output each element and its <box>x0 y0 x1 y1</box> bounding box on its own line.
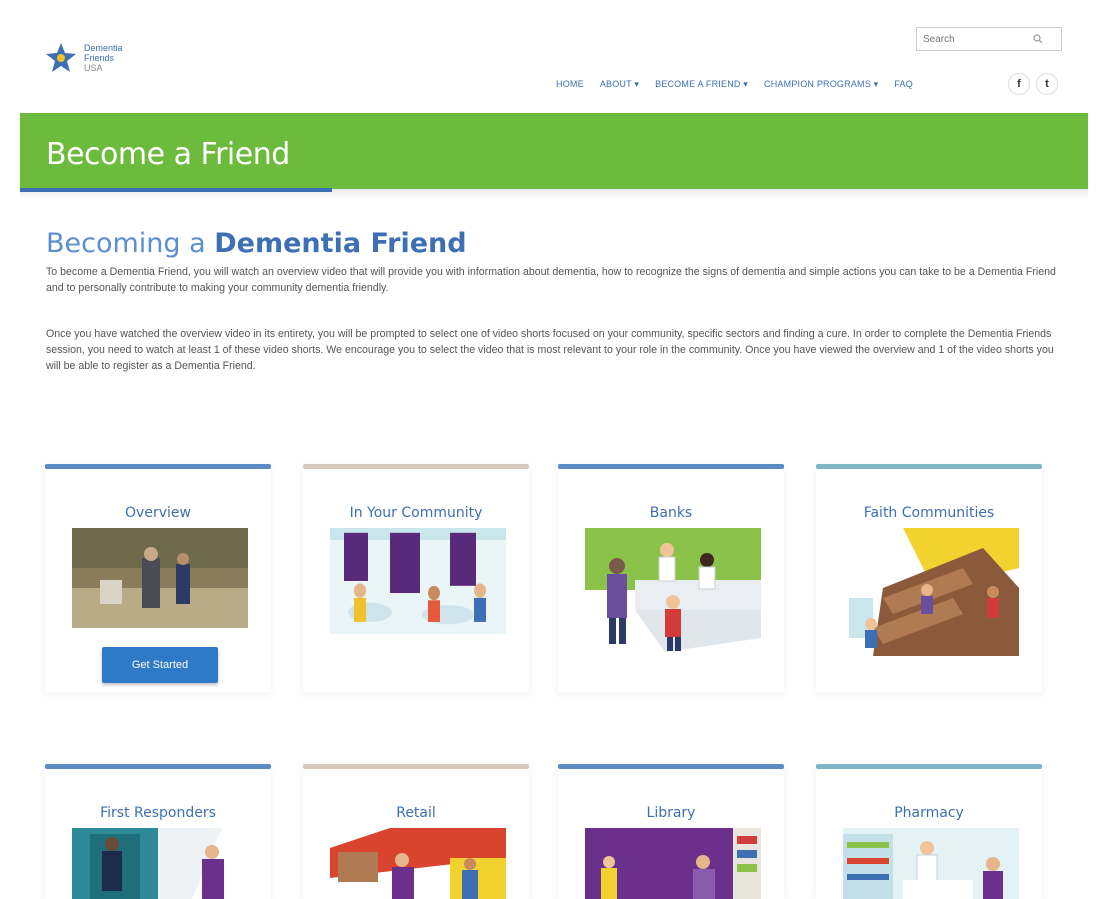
card-title: Retail <box>396 805 436 821</box>
card-title: In Your Community <box>349 505 483 521</box>
banks-illustration[interactable] <box>585 528 761 652</box>
card-banks[interactable]: Banks <box>558 464 784 692</box>
site-header: Dementia Friends USA HOME ABOUT ▾ BECOME… <box>0 0 1096 112</box>
site-logo[interactable]: Dementia Friends USA <box>44 36 154 80</box>
first-responders-illustration[interactable] <box>72 828 248 899</box>
card-bar <box>558 464 784 469</box>
search-icon[interactable] <box>1027 28 1049 50</box>
card-title: Banks <box>649 505 693 521</box>
card-retail[interactable]: Retail <box>303 764 529 899</box>
pharmacy-illustration[interactable] <box>843 828 1019 899</box>
nav-home[interactable]: HOME <box>556 79 584 89</box>
get-started-button[interactable]: Get Started <box>102 647 218 683</box>
page-title: Become a Friend <box>46 137 290 172</box>
nav-become-a-friend[interactable]: BECOME A FRIEND ▾ <box>655 79 748 90</box>
card-library[interactable]: Library <box>558 764 784 899</box>
intro-paragraph-1: To become a Dementia Friend, you will wa… <box>46 266 1056 294</box>
card-overview[interactable]: Overview Get Started <box>45 464 271 692</box>
logo-line-3: USA <box>84 63 103 73</box>
page-banner: Become a Friend <box>20 113 1088 189</box>
overview-photo[interactable] <box>72 528 248 628</box>
nav-faq[interactable]: FAQ <box>894 79 913 89</box>
faith-illustration[interactable] <box>843 528 1019 656</box>
card-pharmacy[interactable]: Pharmacy <box>816 764 1042 899</box>
search-box <box>916 27 1062 51</box>
community-illustration[interactable] <box>330 528 506 634</box>
card-faith-communities[interactable]: Faith Communities <box>816 464 1042 692</box>
banner-underline <box>20 188 332 192</box>
card-bar <box>45 764 271 769</box>
card-first-responders[interactable]: First Responders <box>45 764 271 899</box>
intro-heading-bold: Dementia Friend <box>214 228 467 259</box>
card-bar <box>303 764 529 769</box>
intro-paragraph-2: Once you have watched the overview video… <box>46 328 1054 372</box>
nav-about[interactable]: ABOUT ▾ <box>600 79 639 90</box>
logo-text: Dementia Friends USA <box>84 43 123 73</box>
intro-heading: Becoming a Dementia Friend <box>46 228 467 259</box>
card-bar <box>558 764 784 769</box>
logo-line-1: Dementia <box>84 43 123 53</box>
logo-line-2: Friends <box>84 53 115 63</box>
star-logo-icon <box>46 43 76 72</box>
card-title: Faith Communities <box>863 505 995 521</box>
card-bar <box>816 764 1042 769</box>
card-in-your-community[interactable]: In Your Community <box>303 464 529 692</box>
card-bar <box>45 464 271 469</box>
twitter-icon[interactable]: t <box>1036 73 1058 95</box>
library-illustration[interactable] <box>585 828 761 899</box>
search-input[interactable] <box>917 33 1027 45</box>
facebook-icon[interactable]: f <box>1008 73 1030 95</box>
retail-illustration[interactable] <box>330 828 506 899</box>
intro-heading-light: Becoming a <box>46 228 215 259</box>
card-title: Overview <box>125 505 191 521</box>
card-title: Pharmacy <box>894 805 964 821</box>
card-bar <box>303 464 529 469</box>
card-title: Library <box>646 805 696 821</box>
nav-champion-programs[interactable]: CHAMPION PROGRAMS ▾ <box>764 79 878 90</box>
card-title: First Responders <box>100 805 216 821</box>
main-nav: HOME ABOUT ▾ BECOME A FRIEND ▾ CHAMPION … <box>556 74 913 94</box>
card-bar <box>816 464 1042 469</box>
